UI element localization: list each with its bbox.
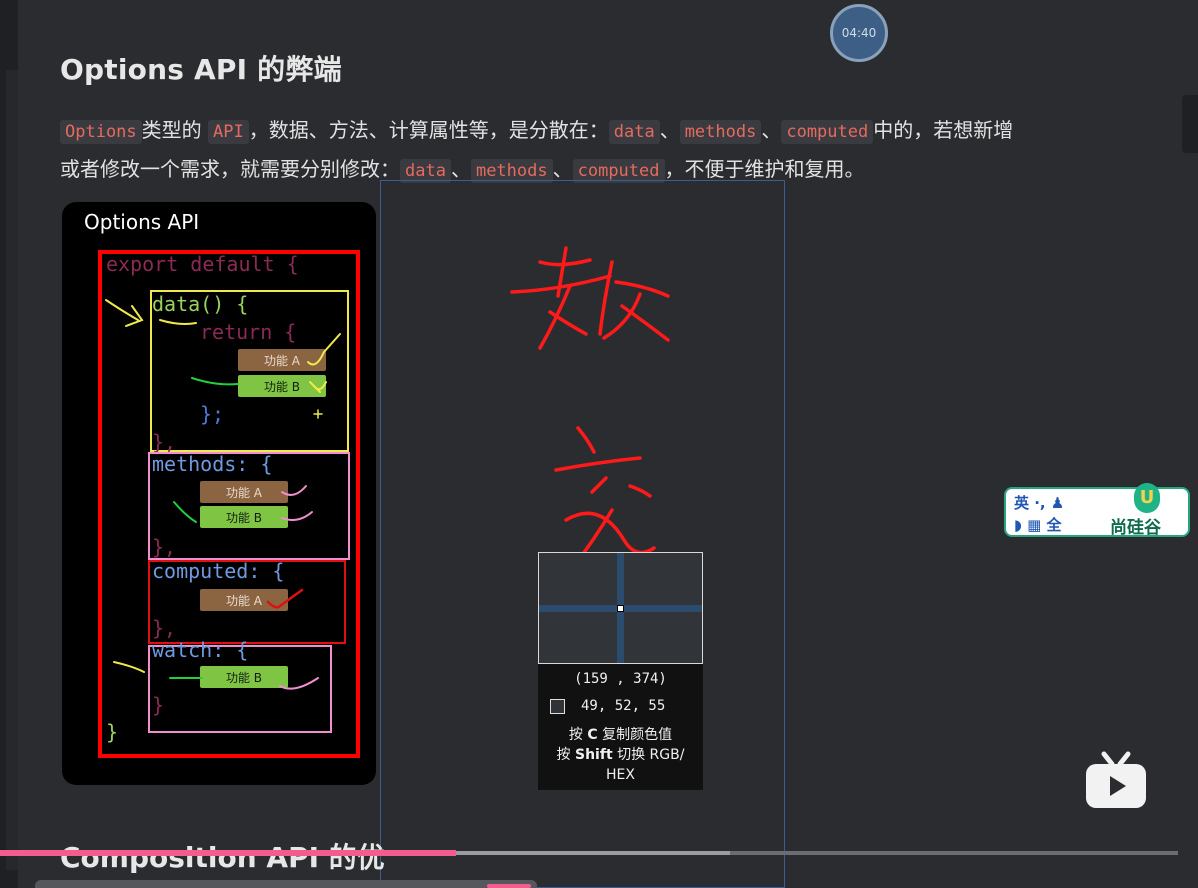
paragraph-text: 、: [450, 157, 471, 181]
picker-tip-line-1: 按 C 复制颜色值: [538, 725, 703, 745]
color-swatch: [550, 698, 565, 714]
picker-rgb-row: 49, 52, 55: [550, 698, 665, 714]
picker-tip-line-2: 按 Shift 切换 RGB/: [538, 745, 703, 765]
paragraph-text: 、: [659, 118, 680, 142]
left-edge: [0, 0, 18, 888]
paragraph-text: 或者修改一个需求，就需要分别修改：: [60, 157, 400, 181]
description-paragraph: Options 类型的 API ，数据、方法、计算属性等，是分散在： data、 met…: [60, 112, 1160, 190]
handwritten-marks: [105, 299, 341, 690]
inline-code: methods: [679, 120, 762, 144]
timer-badge: 04:40: [830, 4, 888, 62]
ime-toolbar[interactable]: 英 ·, ♟ ◗ ▦ 全 U 尚硅谷: [1004, 483, 1190, 538]
paragraph-text: 、: [552, 157, 573, 181]
bottom-control-bar[interactable]: [35, 880, 537, 888]
inline-code: data: [608, 120, 660, 144]
bilibili-tv-icon[interactable]: [1084, 750, 1148, 810]
paragraph-text: ，不便于维护和复用。: [664, 157, 865, 181]
tip2-key: Shift: [575, 747, 613, 763]
tip2-suffix: 切换 RGB/: [617, 747, 685, 763]
paragraph-text: 类型的: [141, 118, 209, 142]
brand-logo-icon: U: [1134, 483, 1160, 513]
timer-text: 04:40: [841, 26, 877, 40]
magnifier-view: [538, 552, 703, 664]
inline-code: Options: [60, 120, 142, 144]
ime-settings-row[interactable]: ◗ ▦ 全: [1014, 514, 1062, 535]
ime-brand: 尚硅谷: [1110, 518, 1161, 538]
ime-mode-row[interactable]: 英 ·, ♟: [1014, 492, 1064, 513]
picker-coordinates: (159 , 374): [574, 671, 667, 687]
next-section-title: Composition API 的优: [60, 841, 385, 874]
tip1-key: C: [587, 727, 598, 743]
options-api-figure: Options API export default { data() { re…: [62, 202, 376, 785]
picker-tip-line-3: HEX: [606, 767, 635, 783]
color-picker-magnifier: (159 , 374) 49, 52, 55 按 C 复制颜色值 按 Shift…: [538, 552, 703, 790]
picker-rgb-value: 49, 52, 55: [581, 698, 666, 714]
inline-code: API: [208, 120, 249, 144]
paragraph-text: 、: [761, 118, 782, 142]
tip2-prefix: 按: [556, 747, 571, 763]
side-tab[interactable]: [1182, 95, 1198, 153]
bottom-pink-badge[interactable]: [487, 884, 531, 888]
section-title: Options API 的弊端: [60, 53, 342, 86]
paragraph-text: ，数据、方法、计算属性等，是分散在：: [248, 118, 609, 142]
crosshair-center: [617, 605, 624, 612]
left-scroll-strip: [6, 70, 18, 870]
tip1-suffix: 复制颜色值: [602, 727, 673, 743]
tip1-prefix: 按: [568, 727, 583, 743]
paragraph-text: 中的，若想新增: [873, 118, 1014, 142]
inline-code: computed: [781, 120, 874, 144]
paragraph-line-1: Options 类型的 API ，数据、方法、计算属性等，是分散在： data、 met…: [60, 112, 1160, 151]
video-progress-played[interactable]: [0, 850, 456, 856]
